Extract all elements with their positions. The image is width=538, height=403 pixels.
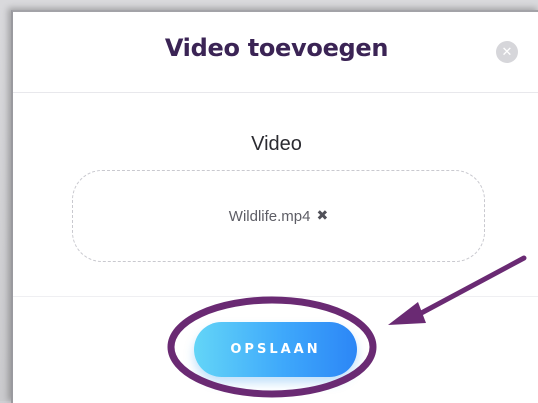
add-video-dialog: Video toevoegen ✕ Video Wildlife.mp4 ✖ O…: [11, 10, 538, 403]
remove-file-icon[interactable]: ✖: [316, 208, 328, 224]
file-name: Wildlife.mp4: [228, 207, 311, 225]
dialog-title: Video toevoegen: [164, 34, 389, 62]
video-field-label: Video: [251, 133, 302, 155]
footer-divider: [13, 296, 538, 297]
dialog-header: Video toevoegen ✕: [13, 12, 538, 93]
uploaded-file: Wildlife.mp4 ✖: [229, 208, 328, 225]
video-dropzone[interactable]: Wildlife.mp4 ✖: [72, 170, 485, 262]
save-button[interactable]: OPSLAAN: [194, 322, 357, 377]
close-icon[interactable]: ✕: [496, 41, 518, 63]
